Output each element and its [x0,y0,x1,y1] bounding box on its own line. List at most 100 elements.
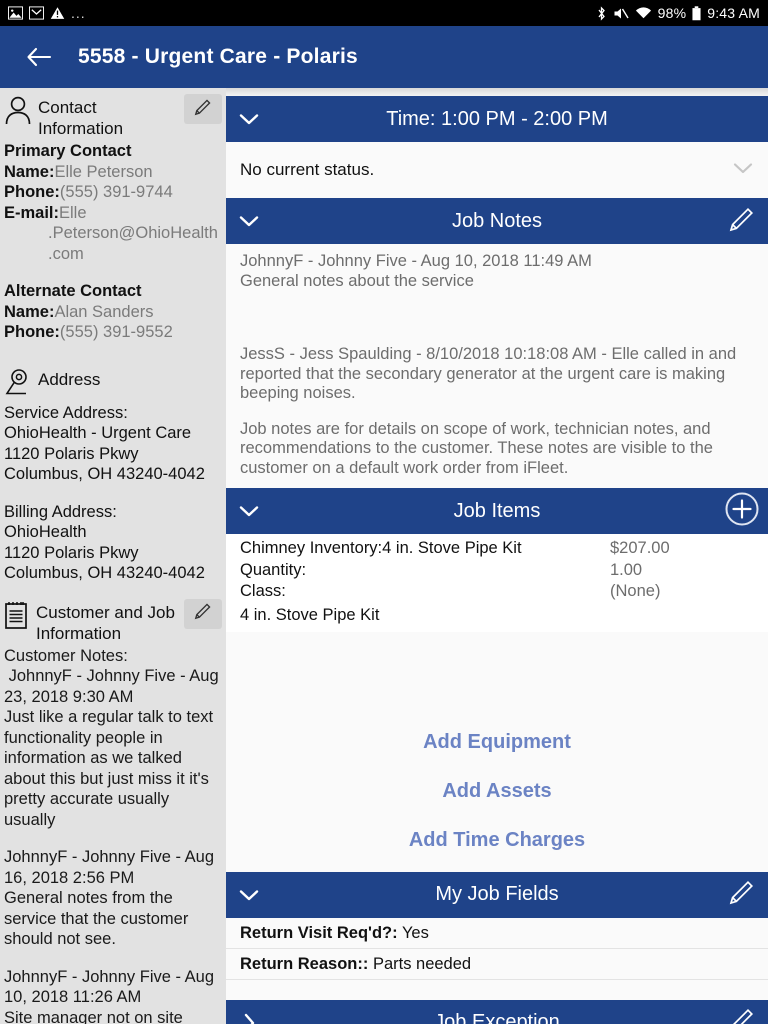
service-address-label: Service Address: [4,403,128,422]
status-bar-left-icons: ... [8,5,86,21]
plus-circle-icon [723,490,761,533]
job-item-row: Chimney Inventory:4 in. Stove Pipe Kit $… [240,538,754,560]
customer-job-information-header: Customer and Job Information [4,593,222,646]
app-bar: 5558 - Urgent Care - Polaris [0,26,768,88]
edit-job-notes-button[interactable] [716,204,768,239]
primary-phone-row[interactable]: Phone:(555) 391-9744 [4,182,222,203]
image-icon [8,6,23,20]
edit-customer-job-button[interactable] [184,598,222,629]
job-notes-header[interactable]: Job Notes [226,198,768,244]
map-pin-icon [4,366,32,401]
job-item-value: (None) [610,582,661,600]
job-note-entry: JessS - Jess Spaulding - 8/10/2018 10:18… [240,345,737,402]
pencil-icon [193,601,213,626]
alternate-name-value: Alan Sanders [54,302,154,321]
job-item-row: Class: (None) [240,581,754,603]
job-notes-body: JohnnyF - Johnny Five - Aug 10, 2018 11:… [226,244,768,488]
add-time-charges-button[interactable]: Add Time Charges [226,815,768,865]
battery-percent-label: 98% [657,5,687,21]
contact-information-header: Contact Information [4,88,222,141]
primary-phone-label: Phone: [4,183,60,201]
job-items-header[interactable]: Job Items [226,488,768,534]
job-item-subtitle: 4 in. Stove Pipe Kit [240,605,380,624]
warning-icon [50,6,65,20]
primary-email-row[interactable]: E-mail:Elle .Peterson@OhioHealth .com [4,203,222,265]
details-sidebar[interactable]: Contact Information Primary Contact Name… [0,88,226,1024]
customer-note-entry: JohnnyF - Johnny Five - Aug 16, 2018 2:5… [4,848,215,948]
chevron-down-icon[interactable] [226,112,272,126]
alternate-name-row: Name:Alan Sanders [4,302,222,323]
job-note-entry: Job notes are for details on scope of wo… [240,419,713,477]
alternate-phone-row[interactable]: Phone:(555) 391-9552 [4,322,222,343]
chevron-down-icon[interactable] [226,888,272,902]
my-job-fields-header[interactable]: My Job Fields [226,871,768,918]
chevron-right-icon[interactable] [226,1012,272,1024]
alternate-phone-label: Phone: [4,323,60,341]
job-item-row: Quantity: 1.00 [240,560,754,582]
mute-icon [613,6,629,21]
status-bar: ... 98% 9:43 AM [0,0,768,26]
job-notes-title: Job Notes [451,209,543,232]
add-job-item-button[interactable] [716,490,768,533]
chevron-down-icon[interactable] [732,160,754,180]
pencil-icon [727,204,757,239]
customer-note-entry: JohnnyF - Johnny Five - Aug 10, 2018 11:… [4,967,215,1024]
person-icon [4,94,32,131]
wifi-icon [635,6,652,20]
current-status-row[interactable]: No current status. [226,142,768,198]
clock-label: 9:43 AM [707,5,760,21]
time-section-header[interactable]: Time: 1:00 PM - 2:00 PM [226,96,768,142]
primary-phone-value: (555) 391-9744 [59,183,173,201]
add-assets-button[interactable]: Add Assets [226,766,768,816]
service-address-line2: 1120 Polaris Pkwy [4,444,139,463]
primary-email-part3: .com [48,244,84,263]
address-header: Address [4,360,222,403]
job-field-row: Return Visit Req'd?: Yes [226,917,768,949]
status-overflow-dots: ... [71,5,86,21]
edit-my-job-fields-button[interactable] [716,877,768,912]
time-section-title: Time: 1:00 PM - 2:00 PM [386,107,608,130]
service-address-line3: Columbus, OH 43240-4042 [4,465,205,483]
job-field-value: Yes [401,923,429,942]
pencil-icon [727,877,757,912]
address-label: Address [38,369,101,389]
job-item-label: Class: [240,582,286,600]
job-item-label: Quantity: [240,560,307,579]
job-items-title: Job Items [453,499,541,522]
job-note-entry-line2: General notes about the service [240,271,474,290]
primary-name-row: Name:Elle Peterson [4,162,222,183]
chevron-down-icon[interactable] [226,504,272,518]
edit-job-exception-button[interactable] [716,1005,768,1024]
job-detail-pane: Time: 1:00 PM - 2:00 PM No current statu… [226,88,768,1024]
primary-email-part1: Elle [59,203,87,222]
back-arrow-icon[interactable] [22,40,56,74]
primary-contact-title: Primary Contact [4,142,132,160]
primary-name-value: Elle Peterson [54,162,153,181]
customer-job-information-label: Customer and Job Information [36,602,175,643]
job-field-row: Return Reason:: Parts needed [226,948,768,980]
billing-address-line1: OhioHealth [4,523,87,541]
current-status-text: No current status. [240,160,375,179]
job-item-label: Chimney Inventory:4 in. Stove Pipe Kit [240,539,522,557]
status-bar-right-icons: 98% 9:43 AM [596,5,760,21]
customer-note-entry: JohnnyF - Johnny Five - Aug 23, 2018 9:3… [4,667,219,829]
spacer [226,864,768,872]
billing-address-block: Billing Address: OhioHealth 1120 Polaris… [4,502,222,584]
billing-address-label: Billing Address: [4,502,117,521]
job-exception-header[interactable]: Job Exception [226,999,768,1024]
my-job-fields-title: My Job Fields [435,883,559,905]
chevron-down-icon[interactable] [226,214,272,228]
edit-contact-button[interactable] [184,94,222,124]
notepad-icon [4,599,30,636]
job-exception-title: Job Exception [434,1011,560,1024]
add-equipment-button[interactable]: Add Equipment [226,717,768,767]
billing-address-line2: 1120 Polaris Pkwy [4,543,139,562]
alternate-contact-block: Alternate Contact Name:Alan Sanders Phon… [4,281,222,343]
customer-notes-label: Customer Notes: [4,646,128,665]
service-address-line1: OhioHealth - Urgent Care [4,424,192,442]
job-items-empty-space [226,631,768,718]
